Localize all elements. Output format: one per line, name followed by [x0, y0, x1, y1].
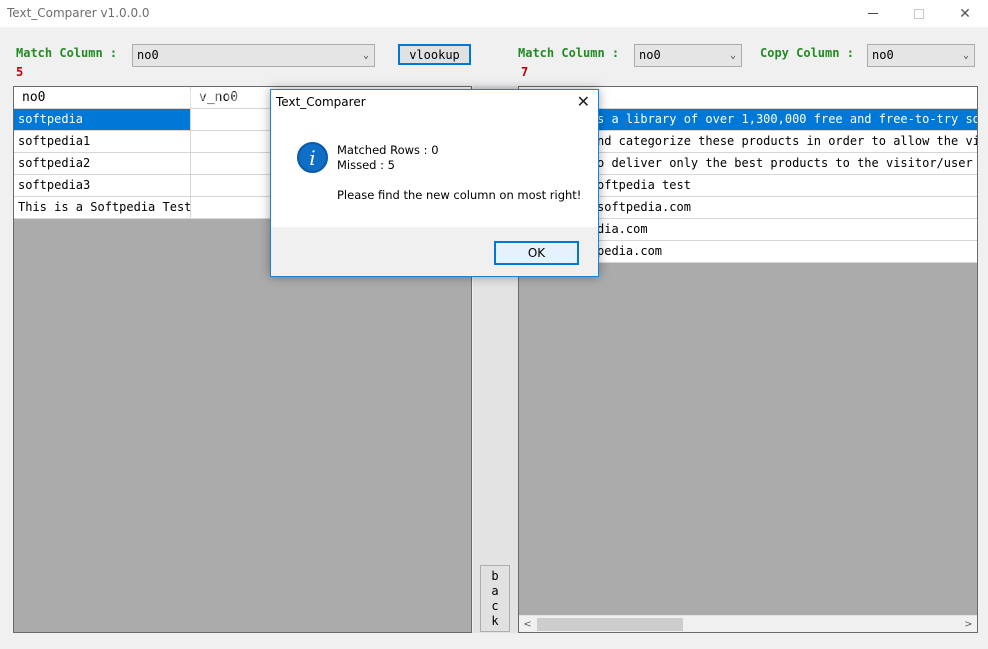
minimize-icon [868, 13, 878, 14]
back-button[interactable]: b a c k [480, 565, 510, 632]
window-title: Text_Comparer v1.0.0.0 [7, 6, 150, 20]
copy-column-select[interactable]: no0 ⌄ [867, 44, 975, 67]
table-cell[interactable]: softpedia2 [14, 153, 191, 174]
back-button-letter: c [491, 598, 499, 613]
table-cell[interactable]: softpedia1 [14, 131, 191, 152]
back-button-letter: a [491, 583, 499, 598]
back-button-letter: k [491, 613, 499, 628]
right-match-column-select[interactable]: no0 ⌄ [634, 44, 742, 67]
table-row[interactable]: This is a Softpedia Test [14, 197, 291, 219]
title-bar: Text_Comparer v1.0.0.0 ✕ [0, 0, 988, 27]
scroll-right-icon[interactable]: > [960, 616, 977, 632]
missed-text: Missed : 5 [337, 158, 395, 172]
maximize-icon [914, 8, 924, 19]
copy-column-value: no0 [872, 48, 894, 62]
table-cell[interactable]: This is a Softpedia Test [14, 197, 191, 218]
maximize-button[interactable] [896, 0, 942, 27]
chevron-down-icon: ⌄ [729, 50, 736, 61]
chevron-down-icon: ⌄ [962, 50, 969, 61]
chevron-down-icon: ⌄ [362, 50, 369, 61]
table-cell[interactable]: softpedia3 [14, 175, 191, 196]
scrollbar-thumb[interactable] [537, 618, 683, 631]
ok-button[interactable]: OK [494, 241, 579, 265]
close-icon: ✕ [959, 5, 971, 22]
left-match-column-select[interactable]: no0 ⌄ [132, 44, 375, 67]
window-close-button[interactable]: ✕ [942, 0, 988, 27]
right-match-column-value: no0 [639, 48, 661, 62]
left-match-column-label: Match Column : [16, 46, 118, 60]
dialog-message: Please find the new column on most right… [337, 188, 582, 202]
scroll-left-icon[interactable]: < [519, 616, 536, 632]
table-cell[interactable]: softpedia [14, 109, 191, 130]
left-match-column-value: no0 [137, 48, 159, 62]
minimize-button[interactable] [850, 0, 896, 27]
right-row-count: 7 [521, 65, 529, 79]
back-button-letter: b [491, 568, 499, 583]
table-row[interactable]: softpedia3 [14, 175, 291, 197]
table-row[interactable]: softpedia2 [14, 153, 291, 175]
table-row[interactable]: softpedia [14, 109, 291, 131]
dialog-title: Text_Comparer [276, 95, 366, 109]
left-row-count: 5 [16, 65, 24, 79]
copy-column-label: Copy Column : [760, 46, 854, 60]
dialog-close-icon[interactable]: ✕ [577, 92, 590, 111]
table-row[interactable]: softpedia1 [14, 131, 291, 153]
info-icon: i [297, 142, 328, 173]
vlookup-button[interactable]: vlookup [398, 44, 471, 65]
right-match-column-label: Match Column : [518, 46, 620, 60]
horizontal-scrollbar[interactable]: < > [519, 615, 977, 632]
message-dialog: Text_Comparer ✕ i Matched Rows : 0 Misse… [270, 89, 599, 277]
matched-rows-text: Matched Rows : 0 [337, 143, 439, 157]
